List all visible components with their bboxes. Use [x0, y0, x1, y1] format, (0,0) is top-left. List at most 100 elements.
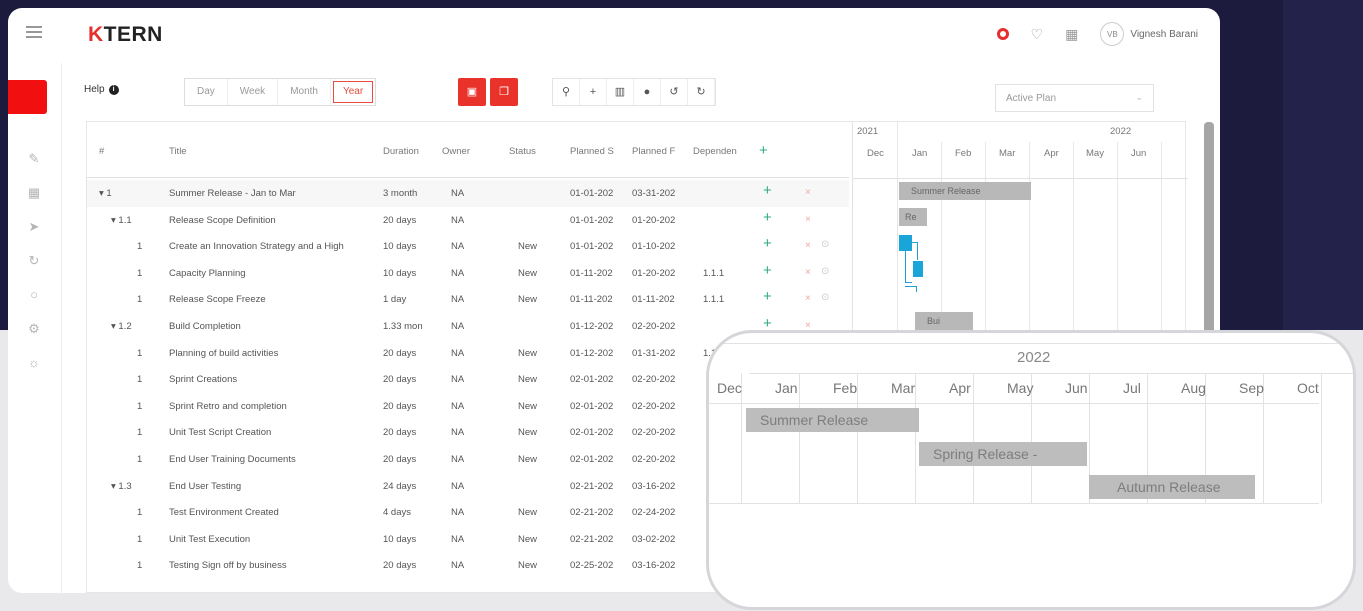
copy-button[interactable]: ❐ — [490, 78, 518, 106]
send-icon[interactable]: ➤ — [26, 219, 42, 235]
col-planned-start[interactable]: Planned S — [570, 146, 614, 157]
col-planned-finish[interactable]: Planned F — [632, 146, 675, 157]
record-icon[interactable] — [996, 28, 1009, 40]
cell-title: Unit Test Execution — [169, 533, 251, 545]
cell-duration: 10 days — [383, 241, 417, 253]
add-row-icon[interactable]: + — [763, 288, 772, 305]
col-title[interactable]: Title — [169, 146, 187, 157]
add-column-icon[interactable]: + — [759, 142, 768, 159]
cell-num: 1 — [137, 267, 143, 279]
delete-row-icon[interactable]: × — [805, 240, 811, 251]
calendar-icon[interactable]: ▦ — [1065, 26, 1078, 43]
view-day-button[interactable]: Day — [185, 79, 228, 105]
table-row[interactable]: ▾ 1 Summer Release - Jan to Mar 3 month NA 0… — [87, 180, 849, 207]
delete-row-icon[interactable]: × — [805, 267, 811, 278]
toolbar-buttons: ⚲ + ▥ ● ↺ ↻ — [552, 78, 716, 106]
col-owner[interactable]: Owner — [442, 146, 470, 157]
cell-pf: 03-16-202 — [632, 480, 676, 492]
zoom-bar-spring[interactable]: Spring Release - — [919, 442, 1087, 466]
cell-status: New — [518, 267, 538, 279]
cell-status: New — [518, 347, 538, 359]
cell-duration: 10 days — [383, 533, 417, 545]
col-duration[interactable]: Duration — [383, 146, 419, 157]
view-year-button[interactable]: Year — [332, 81, 374, 103]
circle-icon[interactable]: ○ — [26, 287, 42, 303]
cell-ps: 02-21-202 — [570, 507, 614, 519]
user-menu[interactable]: VB Vignesh Barani — [1100, 22, 1198, 46]
sync-icon[interactable]: ↻ — [26, 253, 42, 269]
cell-title: Testing Sign off by business — [169, 560, 287, 572]
cell-num: 1 — [137, 507, 143, 519]
col-num[interactable]: # — [99, 146, 104, 157]
add-row-icon[interactable]: + — [763, 182, 772, 199]
chart-icon[interactable]: ▥ — [607, 79, 634, 105]
cell-pf: 02-20-202 — [632, 454, 676, 465]
undo-icon[interactable]: ↺ — [661, 79, 688, 105]
cell-title: Test Environment Created — [169, 507, 279, 519]
clock-icon[interactable]: ● — [634, 79, 661, 105]
table-row[interactable]: 1 Release Scope Freeze 1 day NA New 01-11-202… — [87, 286, 849, 313]
cell-title: End User Training Documents — [169, 454, 296, 465]
zoom-bar-summer[interactable]: Summer Release — [746, 408, 919, 432]
bell-icon[interactable]: ♡ — [1031, 26, 1044, 43]
add-icon[interactable]: + — [580, 79, 607, 105]
cell-duration: 4 days — [383, 507, 411, 519]
gantt-task-1[interactable] — [899, 235, 912, 251]
cell-owner: NA — [451, 188, 465, 199]
cell-num: ▾ 1.1 — [111, 214, 132, 226]
cell-owner: NA — [451, 427, 465, 439]
page-scrollbar[interactable] — [1204, 122, 1214, 342]
help-link[interactable]: Help i — [84, 84, 119, 95]
cell-num: 1 — [137, 294, 143, 306]
delete-row-icon[interactable]: × — [805, 187, 811, 198]
cell-num: 1 — [137, 400, 143, 412]
col-status[interactable]: Status — [509, 146, 536, 157]
cell-pf: 02-20-202 — [632, 427, 676, 439]
cell-duration: 24 days — [383, 480, 417, 492]
nav-active-item[interactable] — [8, 80, 47, 114]
gantt-bar-scope[interactable]: Re — [899, 208, 927, 226]
view-month-button[interactable]: Month — [278, 79, 331, 105]
gantt-task-2[interactable] — [913, 261, 923, 277]
row-settings-icon[interactable]: ⊙ — [821, 292, 829, 303]
redo-icon[interactable]: ↻ — [688, 79, 715, 105]
settings-icon[interactable]: ⚙ — [26, 321, 42, 337]
add-row-icon[interactable]: + — [763, 209, 772, 226]
gantt-month-jun: Jun — [1131, 148, 1147, 159]
view-week-button[interactable]: Week — [228, 79, 279, 105]
save-button[interactable]: ▣ — [458, 78, 486, 106]
bulb-icon[interactable]: ☼ — [26, 355, 42, 371]
row-settings-icon[interactable]: ⊙ — [821, 239, 829, 250]
cell-pf: 01-20-202 — [632, 214, 676, 226]
plan-select[interactable]: Active Plan ⌄ — [995, 84, 1154, 112]
gantt-year-2022: 2022 — [1110, 126, 1132, 137]
delete-row-icon[interactable]: × — [805, 293, 811, 304]
cell-duration: 1 day — [383, 294, 407, 306]
zoom-search-icon[interactable]: ⚲ — [553, 79, 580, 105]
cell-duration: 3 month — [383, 188, 418, 199]
grid-icon[interactable]: ▦ — [26, 185, 42, 201]
zoom-month: Jun — [1065, 380, 1088, 396]
zoom-bar-autumn[interactable]: Autumn Release — [1089, 475, 1255, 499]
cell-owner: NA — [451, 294, 465, 306]
add-row-icon[interactable]: + — [763, 262, 772, 279]
col-dependency[interactable]: Dependen — [693, 146, 737, 157]
cell-num: 1 — [137, 241, 143, 253]
cell-num: 1 — [137, 454, 143, 465]
cell-duration: 20 days — [383, 400, 417, 412]
gantt-bar-build[interactable]: Bui — [915, 312, 973, 330]
hamburger-menu-icon[interactable] — [26, 26, 42, 38]
cell-pf: 01-11-202 — [632, 294, 675, 306]
table-row[interactable]: 1 Capacity Planning 10 days NA New 01-11-202 0… — [87, 260, 849, 287]
cell-ps: 02-25-202 — [570, 560, 614, 572]
add-row-icon[interactable]: + — [763, 235, 772, 252]
cell-dep: 1.1.1 — [703, 267, 725, 279]
cell-title: Release Scope Freeze — [169, 294, 266, 306]
gantt-bar-summer[interactable]: Summer Release — [899, 182, 1031, 200]
edit-icon[interactable]: ✎ — [26, 151, 42, 167]
table-row[interactable]: ▾ 1.1 Release Scope Definition 20 days NA 01… — [87, 207, 849, 234]
delete-row-icon[interactable]: × — [805, 214, 811, 225]
table-row[interactable]: 1 Create an Innovation Strategy and a Hig… — [87, 233, 849, 260]
cell-pf: 01-20-202 — [632, 267, 676, 279]
row-settings-icon[interactable]: ⊙ — [821, 266, 829, 277]
